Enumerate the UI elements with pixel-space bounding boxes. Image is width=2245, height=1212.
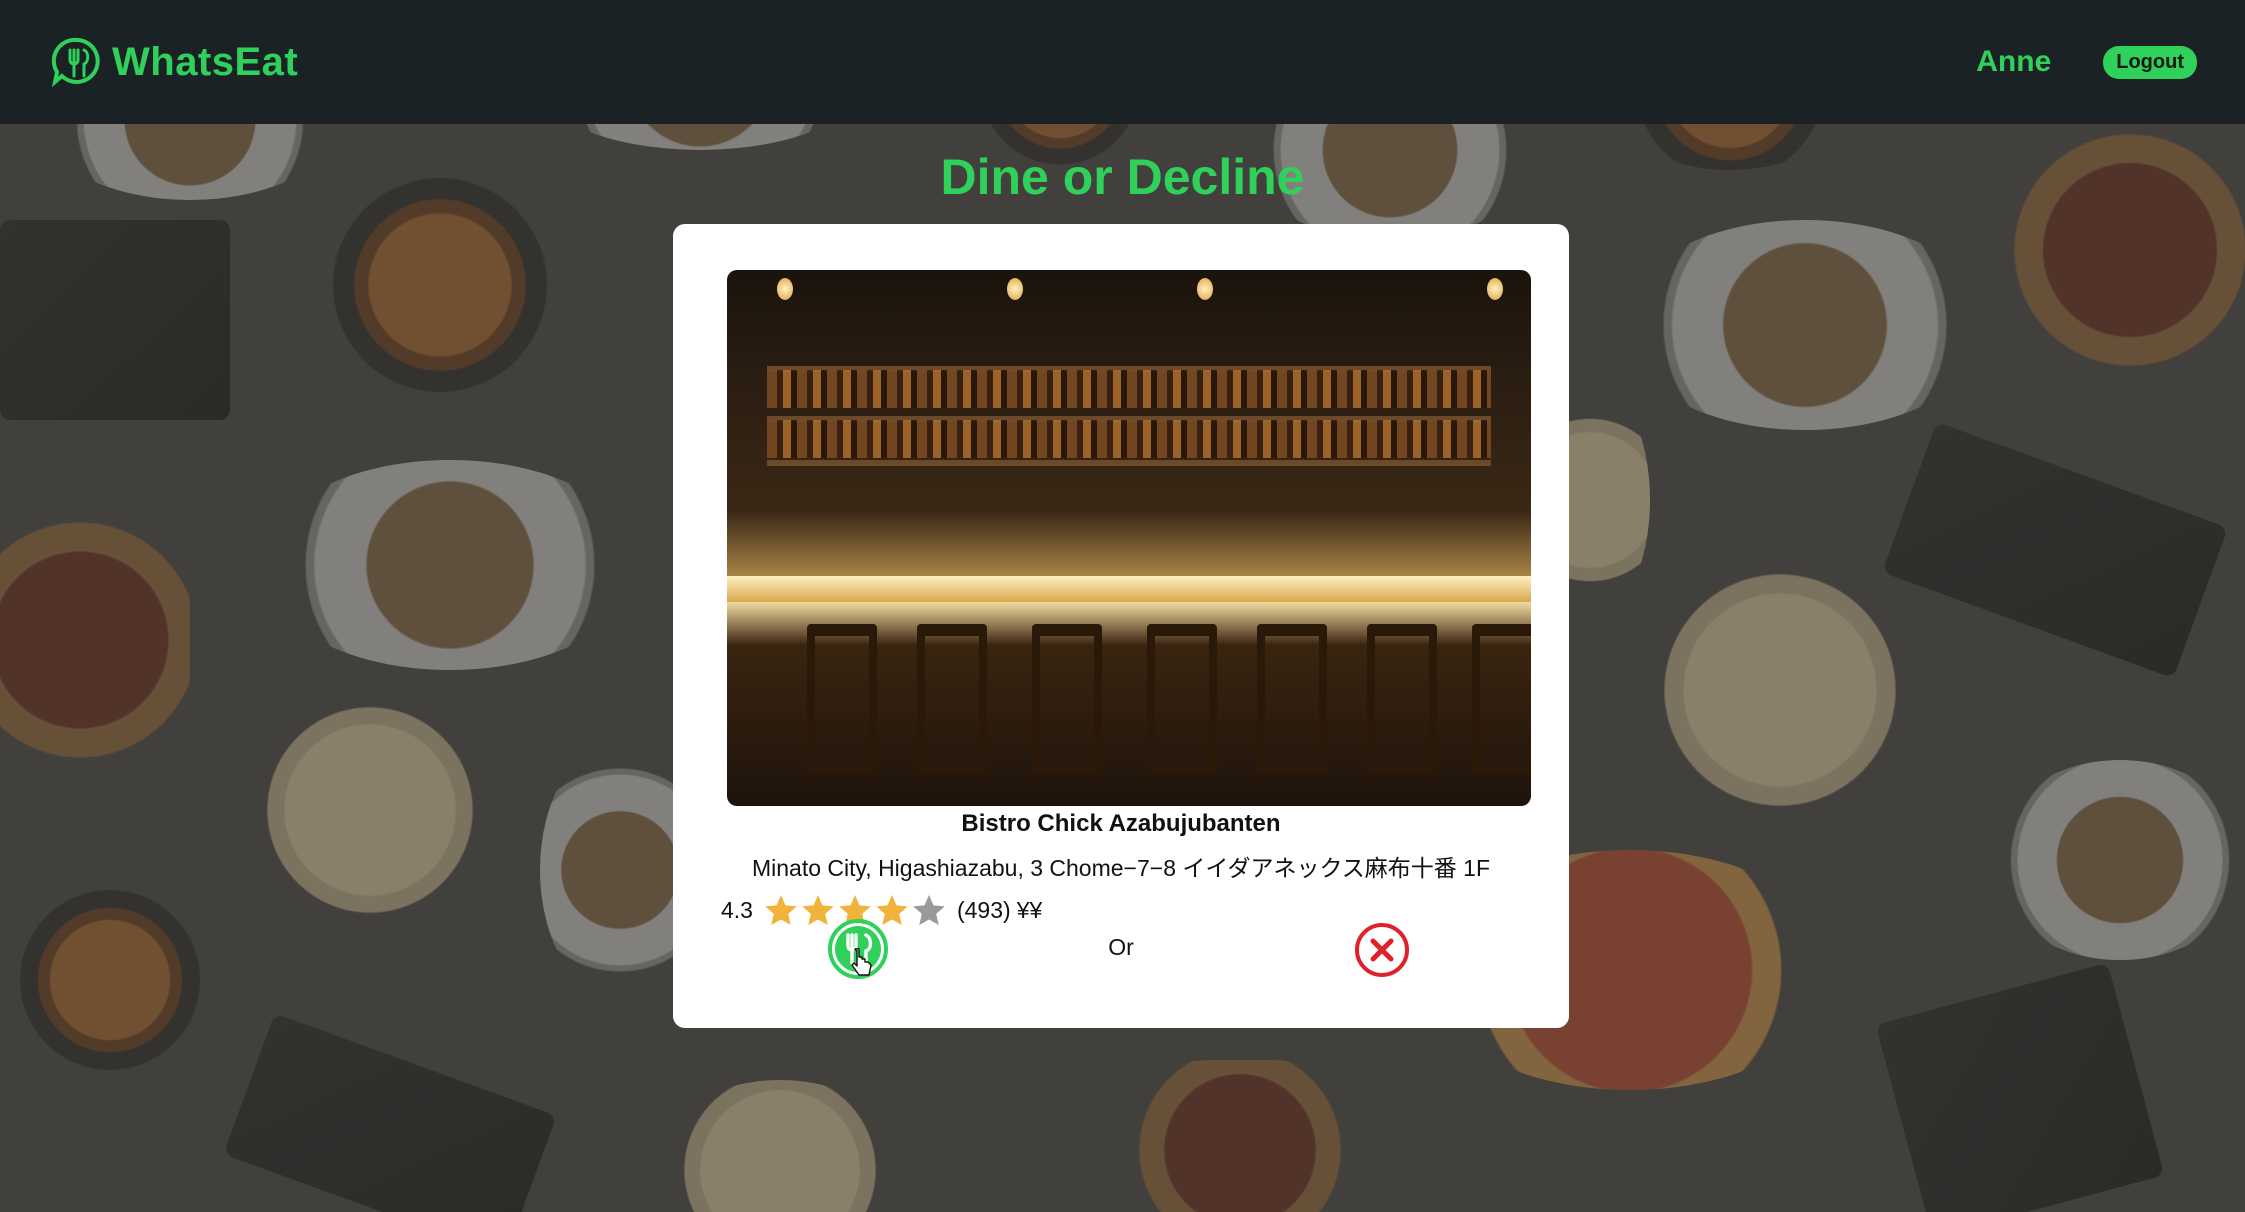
restaurant-info: Bistro Chick Azabujubanten Minato City, … [673,810,1569,928]
decline-button[interactable] [1354,922,1410,978]
restaurant-photo [727,270,1531,806]
brand-name: WhatsEat [112,39,299,84]
top-navbar: WhatsEat Anne Logout [0,0,2245,124]
chat-utensils-icon [51,37,100,88]
decision-actions: Or [673,918,1569,979]
logout-button[interactable]: Logout [2103,45,2197,79]
or-label: Or [1108,934,1134,960]
user-area: Anne Logout [1976,45,2197,79]
brand-logo[interactable]: WhatsEat [50,35,298,89]
page-title: Dine or Decline [940,149,1305,205]
restaurant-name: Bistro Chick Azabujubanten [961,810,1281,837]
username: Anne [1976,45,2052,78]
restaurant-address: Minato City, Higashiazabu, 3 Chome−7−8 イ… [751,855,1491,881]
restaurant-card: Bistro Chick Azabujubanten Minato City, … [673,224,1569,1028]
